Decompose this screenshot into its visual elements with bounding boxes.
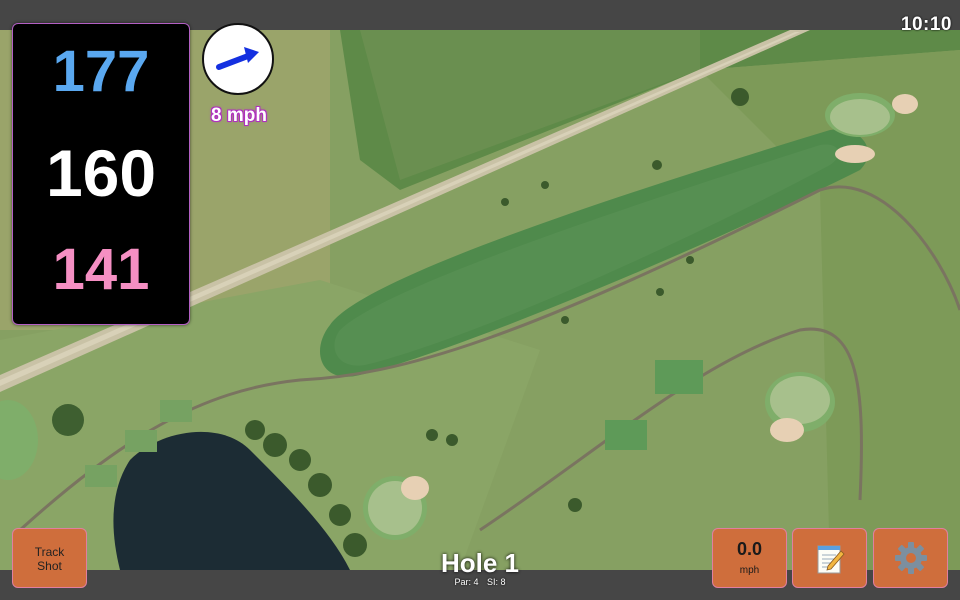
wind-direction-indicator xyxy=(202,23,274,95)
speed-value: 0.0 xyxy=(736,539,763,559)
notepad-icon xyxy=(817,545,845,574)
hole-info: Par: 4 SI: 8 xyxy=(380,577,580,587)
distance-front: 141 xyxy=(52,237,150,302)
hole-title: Hole 1 xyxy=(440,548,520,578)
track-shot-label-line1: Track xyxy=(34,545,65,559)
hole-stroke-index: SI: 8 xyxy=(487,577,506,587)
wind-speed-label: 8 mph xyxy=(211,105,267,126)
distance-panel: 177 160 141 xyxy=(12,23,190,325)
speed-unit: mph xyxy=(739,565,760,576)
settings-button[interactable] xyxy=(873,528,948,588)
distance-middle: 160 xyxy=(45,136,157,210)
gear-icon xyxy=(895,542,927,574)
status-time: 10:10 xyxy=(900,14,952,35)
notes-button[interactable] xyxy=(792,528,867,588)
hole-par: Par: 4 xyxy=(454,577,479,587)
speed-button[interactable]: 0.0 mph xyxy=(712,528,787,588)
track-shot-button[interactable]: Track Shot xyxy=(12,528,87,588)
arrow-icon xyxy=(216,47,259,70)
distance-back: 177 xyxy=(52,39,150,104)
track-shot-label-line2: Shot xyxy=(37,559,62,573)
